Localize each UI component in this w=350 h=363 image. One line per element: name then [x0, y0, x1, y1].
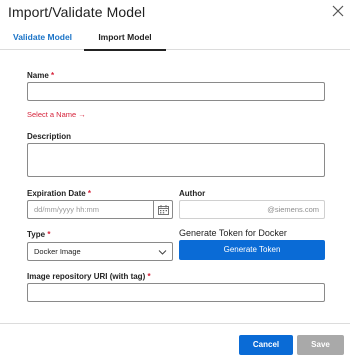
name-label: Name * — [27, 71, 54, 80]
required-marker: * — [87, 189, 92, 198]
save-button[interactable]: Save — [297, 335, 344, 355]
expiration-date-input[interactable]: dd/mm/yyyy hh:mm — [27, 200, 173, 219]
author-value: @siemens.com — [267, 205, 319, 214]
import-validate-dialog: Import/Validate Model Validate Model Imp… — [0, 0, 350, 363]
tab-bar: Validate Model Import Model — [0, 26, 350, 51]
cancel-button[interactable]: Cancel — [239, 335, 293, 355]
author-label: Author — [179, 189, 206, 198]
type-select[interactable]: Docker Image — [27, 242, 173, 261]
type-selected-value: Docker Image — [34, 247, 81, 256]
name-label-text: Name — [27, 71, 49, 80]
required-marker: * — [47, 230, 51, 239]
generate-token-label: Generate Token for Docker — [179, 228, 287, 238]
image-uri-label: Image repository URI (with tag) * — [27, 272, 151, 281]
description-textarea[interactable] — [27, 143, 325, 177]
name-input[interactable] — [27, 82, 325, 101]
image-uri-input[interactable] — [27, 283, 325, 302]
close-icon[interactable] — [331, 4, 345, 18]
expiration-date-placeholder: dd/mm/yyyy hh:mm — [34, 205, 100, 214]
expiration-date-label: Expiration Date * — [27, 189, 91, 198]
image-uri-label-text: Image repository URI (with tag) — [27, 272, 146, 281]
type-label: Type * — [27, 230, 50, 239]
dialog-title: Import/Validate Model — [8, 4, 146, 20]
required-marker: * — [147, 272, 151, 281]
footer-divider — [0, 323, 350, 324]
required-marker: * — [51, 71, 55, 80]
calendar-icon[interactable] — [153, 201, 172, 218]
expiration-date-label-text: Expiration Date — [27, 189, 86, 198]
generate-token-button[interactable]: Generate Token — [179, 240, 325, 260]
name-error-text: Select a Name → — [27, 110, 86, 119]
type-label-text: Type — [27, 230, 46, 239]
tab-validate-model[interactable]: Validate Model — [11, 26, 74, 50]
chevron-down-icon — [158, 250, 167, 255]
tab-import-model[interactable]: Import Model — [84, 26, 166, 51]
author-input: @siemens.com — [179, 200, 325, 219]
description-label: Description — [27, 132, 72, 141]
dialog-header: Import/Validate Model — [0, 0, 350, 26]
